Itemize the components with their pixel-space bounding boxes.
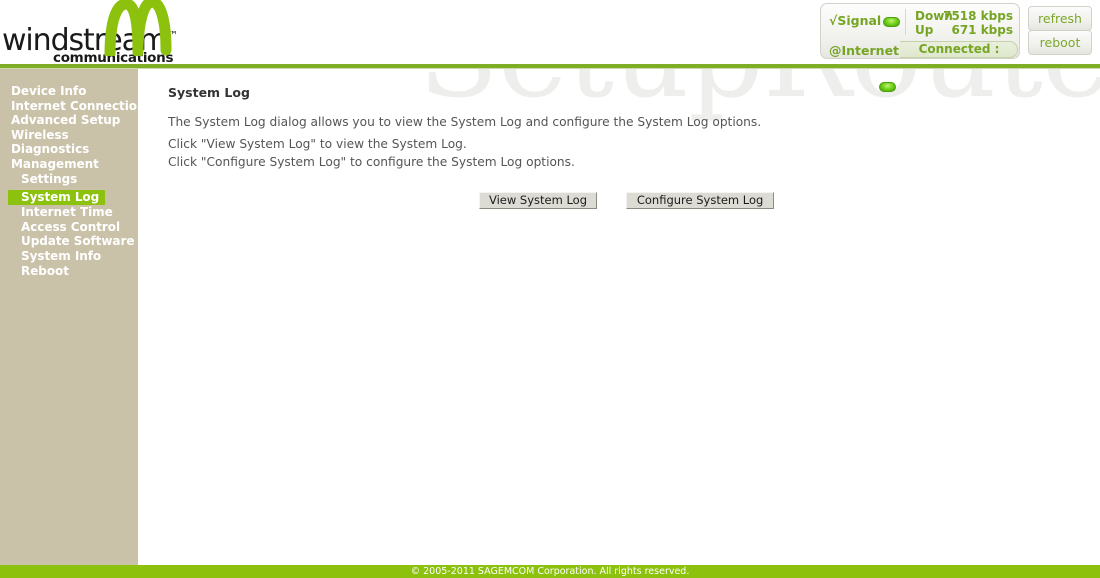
sidebar-item-list: Device Info Internet Connection Advanced S… [0,69,146,279]
action-button-row: View System Log Configure System Log [479,192,775,211]
status-divider [905,9,906,35]
sidebar-item-reboot[interactable]: Reboot [0,264,138,279]
status-row-signal: √Signal Down 7518 kbps Up 671 kbps [821,4,1021,40]
status-panel-shell: √Signal Down 7518 kbps Up 671 kbps @Inte… [820,3,1021,92]
sidebar-item-system-info[interactable]: System Info [0,249,138,264]
sidebar-item-diagnostics[interactable]: Diagnostics [0,142,138,157]
router-status-panel: √Signal Down 7518 kbps Up 671 kbps @Inte… [820,3,1092,92]
upstream-rate: 671 kbps [951,23,1013,37]
sidebar-item-internet-time[interactable]: Internet Time [0,205,138,220]
page-header: windstream™ communications √Signal Down … [0,0,1100,92]
sidebar-item-advanced-setup[interactable]: Advanced Setup [0,113,138,128]
sidebar-item-system-log[interactable]: System Log [8,190,106,205]
sidebar-item-wireless[interactable]: Wireless [0,128,138,143]
sidebar-item-access-control[interactable]: Access Control [0,220,138,235]
page-footer: © 2005-2011 SAGEMCOM Corporation. All ri… [0,565,1100,578]
description-paragraph-3: Click "Configure System Log" to configur… [168,155,575,169]
sidebar-item-internet-connection[interactable]: Internet Connection [0,99,146,114]
sidebar-item-management[interactable]: Management [0,157,138,172]
signal-led-icon [883,17,900,27]
internet-label: @Internet [829,43,900,58]
description-paragraph-2: Click "View System Log" to view the Syst… [168,137,467,151]
view-system-log-button[interactable]: View System Log [479,192,597,209]
downstream-rate: 7518 kbps [943,9,1013,23]
reboot-button[interactable]: reboot [1028,30,1092,55]
main-content: System Log The System Log dialog allows … [138,69,1100,565]
page-title: System Log [168,85,250,100]
sidebar-item-device-info[interactable]: Device Info [0,84,138,99]
upstream-label: Up [915,23,934,37]
brand-logo[interactable]: windstream™ communications [0,0,180,65]
sidebar-item-update-software[interactable]: Update Software [0,234,138,249]
sidebar-navigation: Device Info Internet Connection Advanced S… [0,69,146,565]
configure-system-log-button[interactable]: Configure System Log [626,192,775,209]
sidebar-item-settings[interactable]: Settings [0,172,138,187]
refresh-button[interactable]: refresh [1028,6,1092,31]
description-paragraph-1: The System Log dialog allows you to view… [168,115,762,129]
status-row-internet: @Internet Connected : [821,41,1021,92]
windstream-wave-logo-icon [104,0,172,56]
connection-status-text: Connected : [918,42,1000,56]
copyright-text: © 2005-2011 SAGEMCOM Corporation. All ri… [410,566,690,577]
